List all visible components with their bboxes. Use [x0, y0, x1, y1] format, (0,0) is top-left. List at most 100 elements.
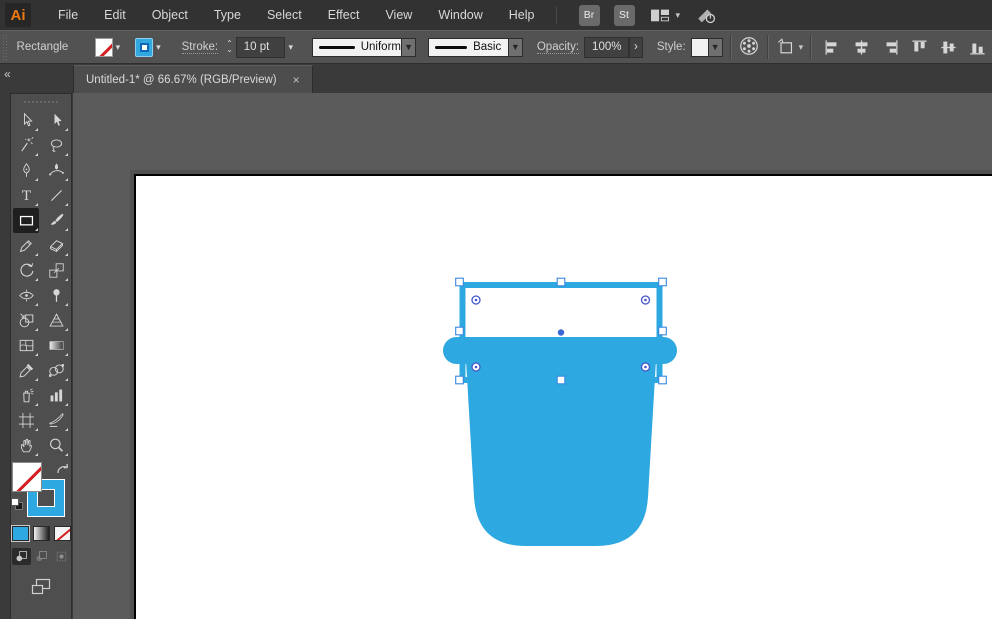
opacity-field[interactable]: 100%: [584, 36, 630, 58]
bucket-body-shape[interactable]: [466, 360, 656, 546]
align-v-center-button[interactable]: [937, 36, 960, 59]
stroke-color-swatch[interactable]: [135, 37, 154, 57]
column-graph-tool[interactable]: [43, 383, 69, 408]
gradient-mode-button[interactable]: [32, 526, 50, 541]
selection-handle[interactable]: [658, 326, 667, 336]
slice-tool[interactable]: [43, 408, 69, 433]
close-icon[interactable]: ×: [291, 73, 302, 87]
corner-radius-widget-dot: [644, 298, 647, 302]
hand-tool[interactable]: [13, 433, 39, 458]
draw-inside-button[interactable]: [52, 548, 71, 565]
shaper-tool[interactable]: [13, 233, 39, 258]
arrange-documents-button[interactable]: ▾: [649, 6, 680, 24]
bridge-button[interactable]: Br: [578, 4, 600, 26]
menu-bar: Ai File Edit Object Type Select Effect View Win…: [0, 0, 992, 30]
align-right-button[interactable]: [879, 36, 902, 59]
draw-normal-button[interactable]: [11, 548, 31, 565]
mesh-tool[interactable]: [13, 333, 39, 358]
mesh-icon: [19, 339, 33, 352]
menu-file[interactable]: File: [45, 1, 91, 29]
change-screen-mode-button[interactable]: [11, 577, 71, 597]
align-left-button[interactable]: [821, 36, 844, 59]
swap-fill-stroke-icon[interactable]: [56, 462, 70, 480]
default-fill-stroke-icon[interactable]: [11, 498, 23, 510]
zoom-icon: [49, 438, 63, 452]
stroke-weight-stepper[interactable]: ⌃ ⌄: [226, 40, 233, 54]
menu-object[interactable]: Object: [139, 1, 201, 29]
menu-edit[interactable]: Edit: [91, 1, 139, 29]
puppet-warp-tool[interactable]: [43, 283, 69, 308]
selection-handle[interactable]: [556, 375, 566, 385]
lasso-tool[interactable]: [43, 133, 69, 158]
magic-wand-tool[interactable]: [13, 133, 39, 158]
recolor-artwork-button[interactable]: [738, 35, 760, 60]
selection-handle[interactable]: [455, 375, 464, 385]
menu-window[interactable]: Window: [425, 1, 495, 29]
chevron-down-icon[interactable]: ▾: [153, 38, 164, 57]
pen-tool[interactable]: [13, 158, 39, 183]
document-tab[interactable]: Untitled-1* @ 66.67% (RGB/Preview) ×: [73, 65, 313, 93]
width-profile-dropdown[interactable]: Uniform: [312, 37, 402, 57]
selection-handle[interactable]: [455, 326, 464, 336]
rectangle-tool[interactable]: [13, 208, 39, 233]
panel-grip[interactable]: [23, 97, 59, 106]
none-mode-button[interactable]: [53, 526, 71, 541]
stroke-weight-field[interactable]: 10 pt: [235, 36, 286, 58]
controlbar-grip[interactable]: [2, 34, 9, 60]
brush-definition-dropdown[interactable]: Basic: [428, 37, 509, 57]
chevron-down-icon[interactable]: ▾: [113, 38, 124, 57]
paintbrush-tool[interactable]: [43, 208, 69, 233]
menu-help[interactable]: Help: [496, 1, 548, 29]
align-bottom-button[interactable]: [966, 36, 989, 59]
chevron-down-icon[interactable]: ▼: [708, 37, 723, 57]
color-mode-button[interactable]: [10, 525, 30, 542]
selection-handle[interactable]: [658, 375, 667, 385]
gradient-tool[interactable]: [43, 333, 69, 358]
align-top-button[interactable]: [908, 36, 931, 59]
draw-behind-button[interactable]: [32, 548, 51, 565]
chevron-down-icon[interactable]: ▾: [285, 38, 296, 57]
opacity-panel-link[interactable]: Opacity:: [536, 41, 580, 54]
stock-button[interactable]: St: [613, 4, 635, 26]
type-tool[interactable]: T: [13, 183, 39, 208]
bucket-handle-shape[interactable]: [443, 337, 677, 364]
gpu-performance-button[interactable]: [694, 4, 718, 26]
fill-proxy-swatch[interactable]: [12, 462, 42, 492]
stroke-panel-link[interactable]: Stroke:: [181, 41, 219, 54]
selection-tool[interactable]: [13, 108, 39, 133]
symbol-sprayer-tool[interactable]: [13, 383, 39, 408]
collapse-panel-button[interactable]: «: [4, 67, 11, 81]
fill-color-swatch[interactable]: [94, 37, 113, 57]
selection-handle[interactable]: [455, 277, 464, 287]
rotate-tool[interactable]: [13, 258, 39, 283]
zoom-tool[interactable]: [43, 433, 69, 458]
document-tab-title: Untitled-1* @ 66.67% (RGB/Preview): [86, 73, 277, 86]
opacity-arrow[interactable]: ›: [629, 36, 643, 58]
perspective-grid-tool[interactable]: [43, 308, 69, 333]
align-h-center-button[interactable]: [850, 36, 873, 59]
width-tool[interactable]: [13, 283, 39, 308]
menu-select[interactable]: Select: [254, 1, 315, 29]
selection-handle[interactable]: [556, 277, 566, 287]
shape-builder-tool[interactable]: [13, 308, 39, 333]
eraser-tool[interactable]: [43, 233, 69, 258]
scale-icon: [48, 263, 64, 278]
blend-tool[interactable]: [43, 358, 69, 383]
direct-selection-tool[interactable]: [43, 108, 69, 133]
transform-button[interactable]: ▾: [775, 36, 803, 59]
menu-type[interactable]: Type: [201, 1, 254, 29]
eyedropper-tool[interactable]: [13, 358, 39, 383]
curvature-tool[interactable]: [43, 158, 69, 183]
center-point[interactable]: [557, 329, 565, 336]
canvas[interactable]: [73, 93, 992, 619]
stepper-down-icon[interactable]: ⌄: [226, 46, 233, 54]
selection-handle[interactable]: [658, 277, 667, 287]
style-swatch[interactable]: [690, 37, 709, 57]
scale-tool[interactable]: [43, 258, 69, 283]
menu-view[interactable]: View: [372, 1, 425, 29]
chevron-down-icon[interactable]: ▼: [402, 37, 417, 57]
line-segment-tool[interactable]: [43, 183, 69, 208]
menu-effect[interactable]: Effect: [315, 1, 373, 29]
artboard-tool[interactable]: [13, 408, 39, 433]
chevron-down-icon[interactable]: ▼: [508, 37, 523, 57]
